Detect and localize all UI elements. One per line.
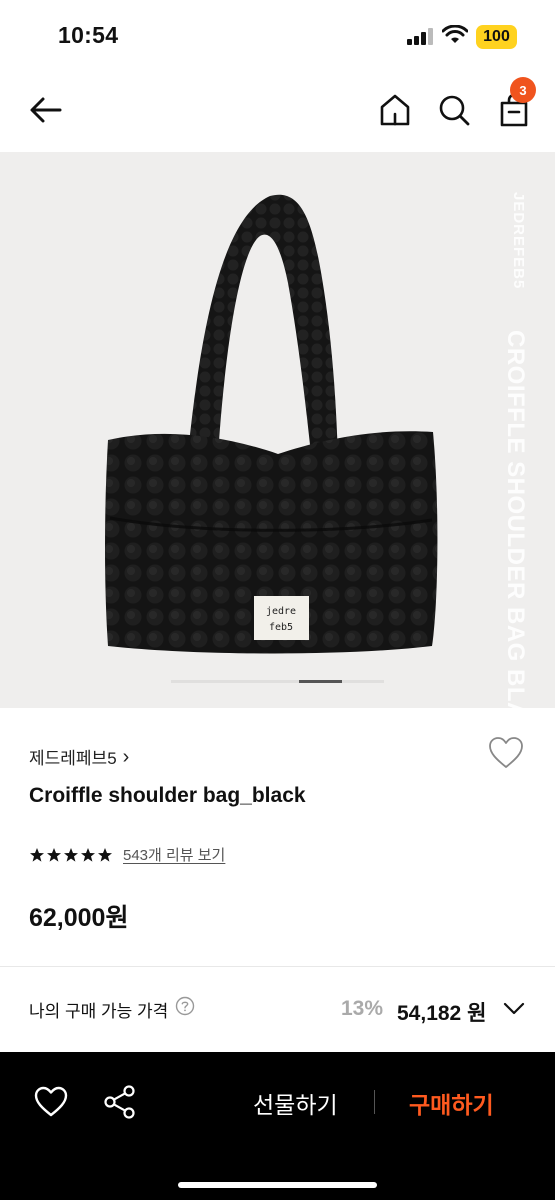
- carousel-pager: [171, 680, 384, 683]
- search-icon[interactable]: [437, 92, 471, 128]
- final-price: 54,182 원: [397, 1002, 487, 1025]
- status-time: 10:54: [58, 22, 119, 48]
- image-title-watermark: CROIFFLE SHOULDER BAG BLACK: [502, 330, 529, 708]
- brand-link[interactable]: 제드레페브5 ›: [29, 744, 129, 769]
- my-available-price-row[interactable]: 나의 구매 가능 가격 13% 54,182 원: [0, 967, 555, 1052]
- product-image-carousel[interactable]: JEDREFEB5 CROIFFLE SHOULDER BAG BLACK je…: [0, 152, 555, 708]
- discount-rate: 13%: [341, 997, 384, 1020]
- cellular-signal-icon: [407, 28, 433, 45]
- button-separator: [374, 1090, 375, 1114]
- brand-name: 제드레페브5: [29, 749, 117, 768]
- home-icon[interactable]: [378, 92, 412, 128]
- chevron-down-icon[interactable]: [502, 998, 526, 1018]
- share-icon[interactable]: [103, 1084, 137, 1120]
- top-nav-bar: 3: [0, 72, 555, 152]
- my-price-label: 나의 구매 가능 가격: [29, 1002, 169, 1021]
- bag-label-line1: jedre: [266, 606, 296, 617]
- bag-label-line2: feb5: [269, 622, 293, 633]
- rating-stars: [29, 847, 113, 863]
- rating-row: 543개 리뷰 보기: [29, 844, 225, 865]
- question-circle-icon[interactable]: [175, 996, 195, 1016]
- star-icon: [81, 847, 95, 862]
- back-arrow-icon[interactable]: [28, 92, 64, 128]
- image-brand-watermark: JEDREFEB5: [510, 192, 527, 290]
- buy-button[interactable]: 구매하기: [409, 1086, 494, 1120]
- star-icon: [30, 847, 44, 862]
- product-name: Croiffle shoulder bag_black: [29, 784, 306, 807]
- wifi-icon: [442, 25, 468, 43]
- heart-outline-icon[interactable]: [488, 736, 524, 770]
- battery-indicator: 100: [476, 25, 517, 49]
- product-price: 62,000원: [29, 904, 129, 932]
- product-photo-bag: jedre feb5: [105, 194, 438, 654]
- status-bar: 10:54 100: [0, 0, 555, 72]
- star-icon: [47, 847, 61, 862]
- star-icon: [64, 847, 78, 862]
- review-link[interactable]: 543개 리뷰 보기: [123, 844, 225, 865]
- home-indicator: [178, 1182, 377, 1188]
- carousel-pager-active: [299, 680, 342, 683]
- bottom-action-bar: 선물하기 구매하기: [0, 1052, 555, 1200]
- cart-count-badge: 3: [510, 77, 536, 103]
- heart-outline-icon[interactable]: [34, 1086, 68, 1118]
- chevron-right-icon: ›: [122, 745, 130, 768]
- gift-button[interactable]: 선물하기: [253, 1086, 338, 1120]
- star-icon: [98, 847, 112, 862]
